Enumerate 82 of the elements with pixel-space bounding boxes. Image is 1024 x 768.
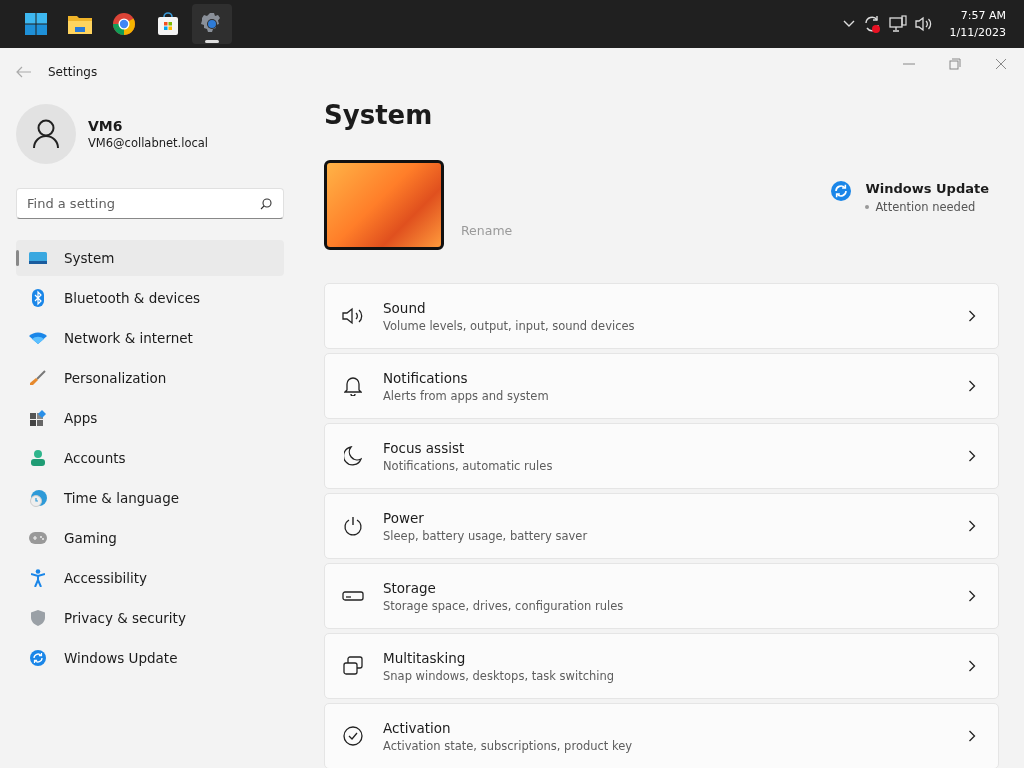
speaker-icon	[342, 307, 364, 325]
chevron-right-icon	[968, 730, 976, 742]
card-title: Multitasking	[383, 649, 467, 666]
restore-icon	[949, 58, 961, 70]
moon-icon	[344, 446, 362, 466]
nav-item[interactable]: Privacy & security	[16, 600, 284, 636]
folder-icon	[67, 13, 93, 35]
card-subtitle: Sleep, battery usage, battery saver	[383, 528, 589, 543]
card-subtitle: Storage space, drives, configuration rules	[383, 598, 625, 613]
card-subtitle: Activation state, subscriptions, product key	[383, 738, 634, 753]
card-subtitle: Notifications, automatic rules	[383, 458, 554, 473]
taskbar-app[interactable]	[192, 4, 232, 44]
clock-date: 1/11/2023	[949, 25, 1006, 41]
paintbrush-icon	[30, 370, 46, 386]
person-icon	[31, 450, 45, 466]
settings-card[interactable]: Focus assist Notifications, automatic rules	[324, 423, 999, 489]
drive-icon	[342, 591, 364, 601]
card-subtitle: Snap windows, desktops, task switching	[383, 668, 616, 683]
page-heading: System	[324, 100, 434, 132]
start-icon	[24, 12, 48, 36]
settings-card[interactable]: Activation Activation state, subscriptions, product key	[324, 703, 999, 768]
update-icon	[831, 180, 852, 201]
user-email: VM6@collabnet.local	[88, 136, 209, 150]
search-field[interactable]: Find a setting	[16, 188, 284, 219]
bluetooth-icon	[31, 289, 45, 307]
user-name: VM6	[88, 118, 124, 134]
chevron-up-icon[interactable]	[841, 19, 856, 29]
update-icon	[30, 650, 46, 666]
settings-card[interactable]: Multitasking Snap windows, desktops, task switching	[324, 633, 999, 699]
bell-icon	[344, 376, 362, 396]
volume-icon[interactable]	[913, 14, 934, 34]
nav-item[interactable]: Windows Update	[16, 640, 284, 676]
browser-icon	[112, 12, 136, 36]
nav-item[interactable]: Bluetooth & devices	[16, 280, 284, 316]
status-dot-icon	[865, 204, 870, 209]
chevron-right-icon	[968, 450, 976, 462]
nav-item[interactable]: Time & language	[16, 480, 284, 516]
checkmark-circle-icon	[343, 726, 363, 746]
card-title: Sound	[383, 299, 427, 316]
person-outline-icon	[33, 119, 59, 149]
store-icon	[156, 12, 180, 36]
shield-icon	[31, 610, 45, 626]
nav-item[interactable]: Personalization	[16, 360, 284, 396]
card-title: Activation	[383, 719, 452, 736]
settings-card[interactable]: Sound Volume levels, output, input, sound devices	[324, 283, 999, 349]
globe-clock-icon	[29, 489, 47, 507]
nav-item[interactable]: System	[16, 240, 284, 276]
windows-stack-icon	[343, 656, 363, 676]
update-status: Attention needed	[875, 199, 976, 214]
card-title: Storage	[383, 579, 437, 596]
chevron-right-icon	[968, 590, 976, 602]
monitor-icon	[29, 251, 47, 265]
wifi-icon	[29, 332, 47, 344]
card-subtitle: Volume levels, output, input, sound devices	[383, 318, 636, 333]
card-title: Power	[383, 509, 425, 526]
chevron-right-icon	[968, 310, 976, 322]
window-title: Settings	[48, 65, 98, 79]
nav-item[interactable]: Gaming	[16, 520, 284, 556]
chevron-right-icon	[968, 520, 976, 532]
update-title[interactable]: Windows Update	[865, 180, 989, 196]
settings-card[interactable]: Notifications Alerts from apps and system	[324, 353, 999, 419]
nav-item[interactable]: Accounts	[16, 440, 284, 476]
chevron-right-icon	[968, 660, 976, 672]
accessibility-icon	[31, 569, 45, 587]
card-title: Focus assist	[383, 439, 466, 456]
nav-item[interactable]: Accessibility	[16, 560, 284, 596]
network-icon[interactable]	[887, 14, 908, 34]
card-subtitle: Alerts from apps and system	[383, 388, 550, 403]
clock-time: 7:57 AM	[960, 8, 1006, 24]
close-icon	[995, 58, 1007, 70]
minimize-icon	[903, 63, 915, 65]
chevron-right-icon	[968, 380, 976, 392]
clock[interactable]: 7:57 AM 1/11/2023	[949, 7, 1006, 41]
apps-icon	[30, 410, 46, 426]
settings-card[interactable]: Power Sleep, battery usage, battery saver	[324, 493, 999, 559]
settings-card[interactable]: Storage Storage space, drives, configuration rules	[324, 563, 999, 629]
search-icon[interactable]	[260, 198, 272, 210]
card-title: Notifications	[383, 369, 469, 386]
gamepad-icon	[29, 532, 47, 544]
power-icon	[343, 516, 363, 536]
nav-item[interactable]: Network & internet	[16, 320, 284, 356]
nav-item[interactable]: Apps	[16, 400, 284, 436]
